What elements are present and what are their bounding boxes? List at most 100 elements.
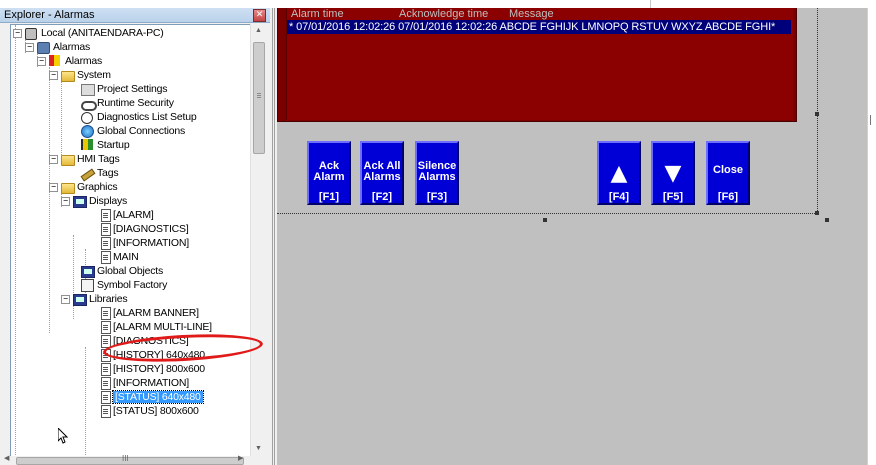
alarm-row[interactable]: * 07/01/2016 12:02:26 07/01/2016 12:02:2… — [287, 20, 791, 34]
tree-node-alarmas-app[interactable]: − Alarmas — [25, 40, 90, 54]
resize-handle[interactable] — [825, 218, 829, 222]
document-icon — [101, 237, 111, 250]
collapse-icon[interactable]: − — [61, 295, 70, 304]
tree-node-lib-status-640[interactable]: [STATUS] 640x480 — [89, 390, 204, 404]
symbol-factory-icon — [81, 279, 94, 292]
tree-item-label: Alarmas — [65, 55, 103, 67]
tree-item-label: [STATUS] 640x480 — [112, 390, 204, 404]
document-icon — [101, 307, 111, 320]
collapse-icon[interactable]: − — [61, 197, 70, 206]
tree-item-label: [ALARM MULTI-LINE] — [113, 321, 212, 333]
button-key: [F2] — [371, 191, 393, 203]
vertical-scrollbar[interactable]: ▲ ▼ — [250, 24, 266, 456]
tree-item-label: Diagnostics List Setup — [97, 111, 197, 123]
scroll-left-icon[interactable]: ◀ — [4, 454, 9, 462]
collapse-icon[interactable]: − — [49, 183, 58, 192]
scroll-thumb[interactable] — [253, 42, 265, 154]
tree-node-global-connections[interactable]: Global Connections — [69, 124, 185, 138]
scroll-down-icon[interactable]: ▼ — [251, 442, 266, 456]
tree-item-label: [ALARM BANNER] — [113, 307, 199, 319]
tree-node-graphics[interactable]: − Graphics — [49, 180, 118, 194]
tree-item-label: Global Objects — [97, 265, 164, 277]
ack-all-alarms-button[interactable]: Ack All Alarms [F2] — [360, 141, 404, 205]
tree-item-label: Alarmas — [53, 41, 91, 53]
tree-node-hmi-tags[interactable]: − HMI Tags — [49, 152, 120, 166]
tree-line — [49, 67, 50, 333]
alarm-list-header: Alarm time Acknowledge time Message — [287, 8, 793, 20]
document-icon — [101, 251, 111, 264]
horizontal-scrollbar[interactable]: ◀ III ▶ — [2, 454, 266, 465]
tree-node-lib-alarm-banner[interactable]: [ALARM BANNER] — [89, 306, 199, 320]
display-icon — [73, 196, 87, 208]
move-down-button[interactable]: ▼ [F5] — [651, 141, 695, 205]
collapse-icon[interactable]: − — [49, 71, 58, 80]
column-header-acknowledge-time: Acknowledge time — [399, 8, 489, 20]
tree-node-global-objects[interactable]: Global Objects — [69, 264, 163, 278]
close-explorer-button[interactable]: ✕ — [253, 9, 266, 22]
tree-node-lib-information[interactable]: [INFORMATION] — [89, 376, 189, 390]
tree-node-symbol-factory[interactable]: Symbol Factory — [69, 278, 167, 292]
tree-item-label: HMI Tags — [77, 153, 120, 165]
tree-node-display-alarm[interactable]: [ALARM] — [89, 208, 154, 222]
project-settings-icon — [81, 84, 95, 96]
startup-flag-icon — [81, 139, 93, 150]
tree-item-label: Local (ANITAENDARA-PC) — [41, 27, 164, 39]
tree-node-runtime-security[interactable]: Runtime Security — [69, 96, 174, 111]
grip-icon — [257, 93, 261, 99]
tree-node-display-diagnostics[interactable]: [DIAGNOSTICS] — [89, 222, 189, 236]
folder-icon — [61, 71, 75, 82]
divider — [650, 0, 651, 8]
tree-node-tags[interactable]: Tags — [69, 166, 119, 182]
button-key: [F5] — [662, 191, 684, 203]
divider — [870, 115, 871, 125]
tree-node-alarmas[interactable]: − Alarmas — [37, 54, 102, 68]
tree-node-lib-history-800[interactable]: [HISTORY] 800x600 — [89, 362, 205, 376]
tree-node-lib-status-800[interactable]: [STATUS] 800x600 — [89, 404, 199, 418]
grip-icon: III — [122, 454, 129, 463]
tree-node-system[interactable]: − System — [49, 68, 111, 82]
document-icon — [101, 363, 111, 376]
resize-handle[interactable] — [815, 211, 819, 215]
scroll-thumb[interactable]: III — [16, 454, 244, 465]
tree-item-label: [STATUS] 800x600 — [113, 405, 199, 417]
tree-node-lib-alarm-multi-line[interactable]: [ALARM MULTI-LINE] — [89, 320, 212, 334]
tree-item-label: Graphics — [77, 181, 118, 193]
tree-node-displays[interactable]: − Displays — [61, 194, 127, 208]
close-button[interactable]: Close [F6] — [706, 141, 750, 205]
mouse-pointer-icon — [58, 428, 68, 444]
tree-node-project-settings[interactable]: Project Settings — [69, 82, 168, 96]
collapse-icon[interactable]: − — [49, 155, 58, 164]
document-icon — [101, 405, 111, 418]
alarm-banner-panel: Alarm time Acknowledge time Message * 07… — [277, 8, 797, 122]
resize-handle[interactable] — [815, 112, 819, 116]
tree-node-startup[interactable]: Startup — [69, 138, 130, 152]
tree-item-label: Tags — [97, 167, 119, 179]
alarms-icon — [49, 55, 60, 66]
ack-alarm-button[interactable]: Ack Alarm [F1] — [307, 141, 351, 205]
tree-item-label: Project Settings — [97, 83, 168, 95]
document-icon — [101, 223, 111, 236]
silence-alarms-button[interactable]: Silence Alarms [F3] — [415, 141, 459, 205]
collapse-icon[interactable]: − — [25, 43, 34, 52]
column-header-message: Message — [509, 8, 554, 20]
tree-node-diagnostics-list-setup[interactable]: Diagnostics List Setup — [69, 110, 197, 124]
scroll-up-icon[interactable]: ▲ — [251, 24, 266, 38]
alarm-list[interactable]: Alarm time Acknowledge time Message * 07… — [286, 8, 793, 120]
scroll-right-icon[interactable]: ▶ — [238, 454, 243, 462]
move-up-button[interactable]: ▲ [F4] — [597, 141, 641, 205]
document-icon — [101, 209, 111, 222]
arrow-down-icon: ▼ — [664, 161, 682, 186]
resize-handle[interactable] — [543, 218, 547, 222]
button-label: Close — [713, 164, 743, 176]
collapse-icon[interactable]: − — [13, 29, 22, 38]
collapse-icon[interactable]: − — [37, 57, 46, 66]
top-strip — [0, 0, 876, 8]
tree-node-display-main[interactable]: MAIN — [89, 250, 139, 264]
tree-node-display-information[interactable]: [INFORMATION] — [89, 236, 189, 250]
tree-node-local[interactable]: − Local (ANITAENDARA-PC) — [13, 26, 164, 40]
tree-node-libraries[interactable]: − Libraries — [61, 292, 128, 306]
tree-item-label: Libraries — [89, 293, 128, 305]
tree-item-label: Startup — [97, 139, 130, 151]
tree-item-label: [ALARM] — [113, 209, 154, 221]
folder-icon — [61, 183, 75, 194]
